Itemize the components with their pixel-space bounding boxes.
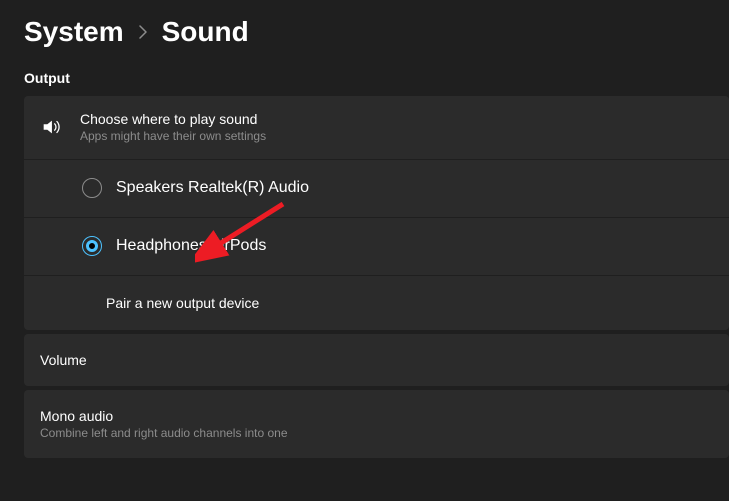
choose-output-sub: Apps might have their own settings bbox=[80, 128, 713, 145]
mono-sub: Combine left and right audio channels in… bbox=[40, 426, 713, 440]
chevron-right-icon bbox=[138, 25, 148, 39]
pair-output-device-link[interactable]: Pair a new output device bbox=[24, 276, 729, 330]
volume-card[interactable]: Volume bbox=[24, 334, 729, 386]
device-name: Speakers bbox=[116, 179, 184, 196]
device-name: Headphones bbox=[116, 237, 207, 254]
radio-speakers[interactable] bbox=[82, 178, 102, 198]
output-device-speakers[interactable]: Speakers Realtek(R) Audio bbox=[24, 160, 729, 218]
mono-audio-card[interactable]: Mono audio Combine left and right audio … bbox=[24, 390, 729, 458]
volume-title: Volume bbox=[40, 352, 713, 368]
output-device-headphones[interactable]: Headphones AirPods bbox=[24, 218, 729, 276]
device-detail: Realtek(R) Audio bbox=[188, 179, 309, 196]
device-detail: AirPods bbox=[210, 237, 266, 254]
pair-output-label: Pair a new output device bbox=[106, 295, 259, 311]
choose-output-row[interactable]: Choose where to play sound Apps might ha… bbox=[24, 96, 729, 160]
breadcrumb-parent[interactable]: System bbox=[24, 16, 124, 48]
breadcrumb: System Sound bbox=[24, 16, 729, 48]
choose-output-title: Choose where to play sound bbox=[80, 110, 713, 128]
breadcrumb-current: Sound bbox=[162, 16, 249, 48]
mono-title: Mono audio bbox=[40, 408, 713, 424]
speaker-icon bbox=[40, 116, 80, 138]
radio-headphones[interactable] bbox=[82, 236, 102, 256]
section-label-output: Output bbox=[24, 70, 729, 86]
output-panel: Choose where to play sound Apps might ha… bbox=[24, 96, 729, 330]
